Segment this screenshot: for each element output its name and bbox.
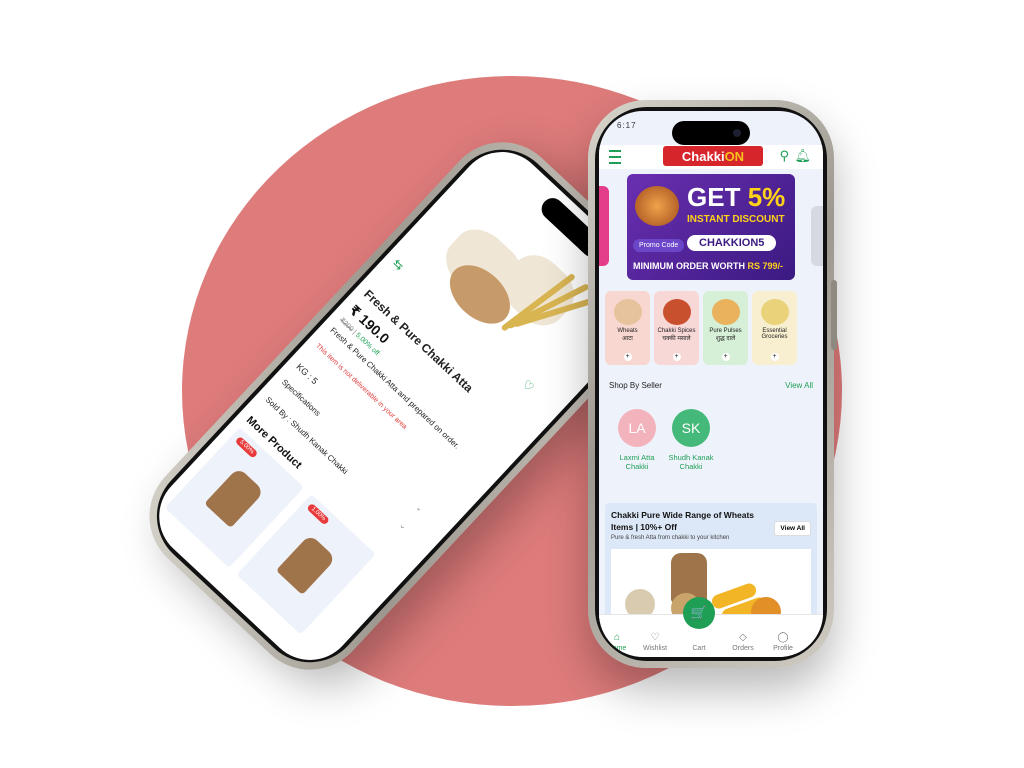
status-time: 6:17 [617, 121, 637, 130]
view-all-button[interactable]: View All [774, 521, 811, 536]
dynamic-island [672, 121, 750, 145]
nav-wishlist[interactable]: ♡ Wishlist [635, 632, 675, 652]
promo-get: GET 5% [687, 182, 786, 212]
chevron-down-icon: ⌄ [414, 502, 426, 514]
app-header: Chakki ON ⚲ 🔔︎ [599, 145, 823, 169]
wheat-card-subtitle: Pure & fresh Atta from chakki to your ki… [611, 535, 730, 541]
bottom-navigation: ⌂ Home ♡ Wishlist 🛒 Cart ◇ Orders ◯ Profile [599, 597, 823, 657]
promo-minimum: MINIMUM ORDER WORTH RS 799/- [633, 261, 784, 271]
seller-laxmi-atta[interactable]: LA Laxmi Atta Chakki [607, 409, 667, 471]
cart-fab-button[interactable]: 🛒 [683, 597, 715, 629]
promo-prev-card[interactable] [599, 186, 609, 266]
category-pure-pulses[interactable]: Pure Pulses शुद्ध दालें + [703, 291, 748, 365]
share-icon[interactable]: ⇆ [390, 256, 407, 273]
nav-profile[interactable]: ◯ Profile [763, 632, 803, 652]
plus-icon: + [770, 353, 779, 361]
category-essential-groceries[interactable]: Essential Groceries + [752, 291, 797, 365]
cart-icon: 🛒 [690, 605, 708, 620]
promo-banner[interactable]: GET 5% INSTANT DISCOUNT Promo Code CHAKK… [627, 174, 795, 280]
plus-icon: + [721, 353, 730, 361]
category-chakki-spices[interactable]: Chakki Spices चक्की मसाले + [654, 291, 699, 365]
app-logo: Chakki ON [663, 146, 763, 166]
search-icon[interactable]: ⚲ [779, 148, 789, 164]
promo-next-card[interactable] [811, 206, 823, 266]
nav-cart[interactable]: Cart [679, 645, 719, 652]
profile-icon: ◯ [777, 632, 789, 643]
category-wheats[interactable]: Wheats आटा + [605, 291, 650, 365]
wishlist-heart-icon[interactable]: ♡ [519, 377, 536, 395]
promo-code: CHAKKION5 [687, 235, 777, 251]
basket-icon: ◇ [739, 632, 747, 643]
category-list: Wheats आटा + Chakki Spices चक्की मसाले +… [605, 291, 797, 365]
menu-icon[interactable] [609, 150, 621, 164]
bell-icon[interactable]: 🔔︎ [794, 148, 811, 164]
plus-icon: + [672, 353, 681, 361]
avatar: SK [672, 409, 710, 447]
discount-badge: 5.00% [234, 435, 259, 459]
shop-by-seller-header: Shop By Seller View All [609, 381, 813, 390]
promo-code-label: Promo Code [633, 239, 685, 252]
heart-icon: ♡ [650, 632, 660, 643]
weight-option[interactable]: KG : 5 [294, 362, 319, 387]
wheat-card-title: Chakki Pure Wide Range of Wheats Items |… [611, 510, 755, 532]
seller-shudh-kanak[interactable]: SK Shudh Kanak Chakki [661, 409, 721, 471]
nav-home[interactable]: ⌂ Home [599, 632, 637, 652]
discount-badge: 1.00% [306, 502, 331, 526]
avatar: LA [618, 409, 656, 447]
home-screen-phone: 6:17 Chakki ON ⚲ 🔔︎ GET 5% INSTANT DISCOU… [588, 100, 837, 668]
view-all-sellers-link[interactable]: View All [785, 381, 813, 390]
home-screen: 6:17 Chakki ON ⚲ 🔔︎ GET 5% INSTANT DISCOU… [599, 111, 823, 657]
chevron-down-icon: ⌄ [397, 520, 409, 532]
spice-image [635, 186, 679, 226]
home-icon: ⌂ [613, 632, 621, 643]
plus-icon: + [623, 353, 632, 361]
promo-instant: INSTANT DISCOUNT [687, 214, 785, 225]
nav-orders[interactable]: ◇ Orders [723, 632, 763, 652]
